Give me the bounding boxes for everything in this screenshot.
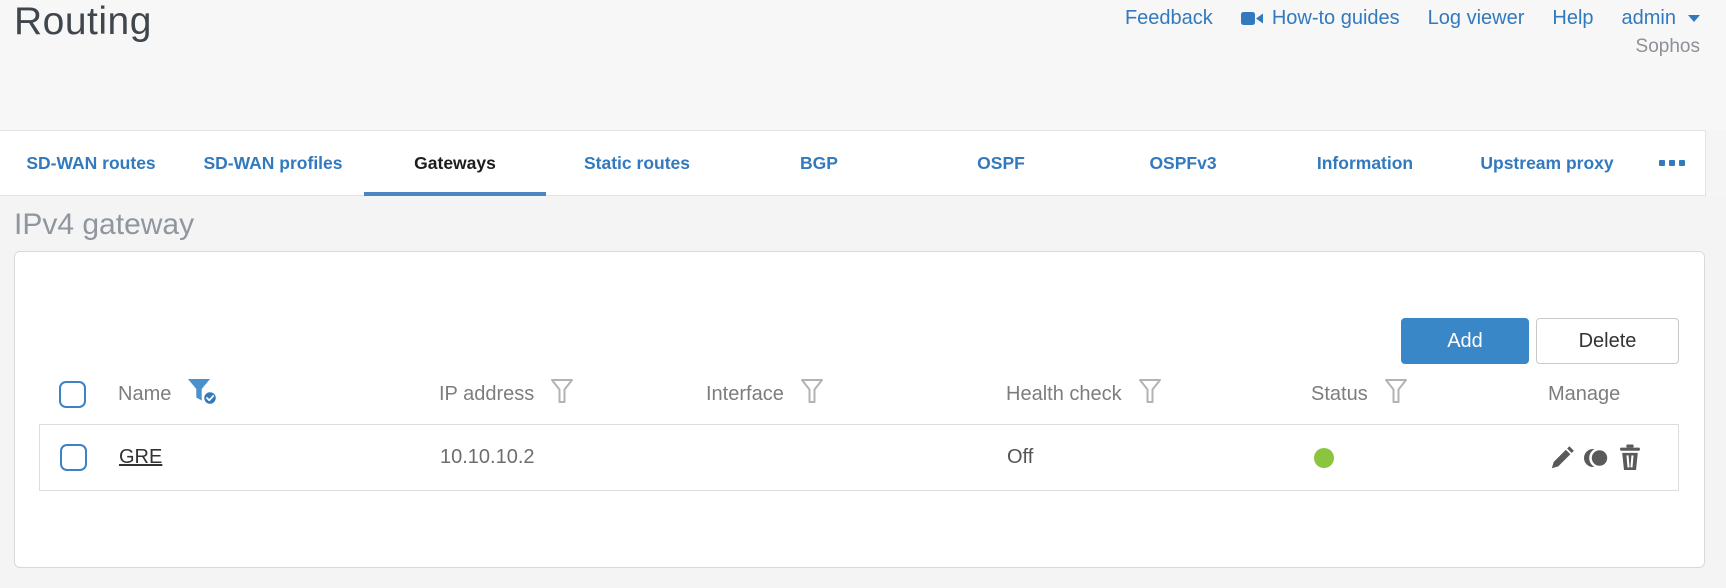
brand-label: Sophos [1635, 36, 1700, 57]
help-link[interactable]: Help [1552, 7, 1593, 30]
filter-icon[interactable] [549, 377, 575, 411]
tab-ospfv3[interactable]: OSPFv3 [1092, 131, 1274, 195]
column-interface-label: Interface [706, 382, 784, 405]
add-button[interactable]: Add [1401, 318, 1529, 364]
page-title: Routing [14, 0, 152, 43]
select-all-checkbox[interactable] [59, 380, 86, 408]
table-header: Name IP address Interface Health check S… [39, 364, 1679, 424]
content-area: IPv4 gateway Add Delete Name IP address [0, 196, 1726, 588]
gateway-health-check: Off [1007, 446, 1034, 468]
filter-icon[interactable] [1137, 377, 1163, 411]
row-checkbox[interactable] [60, 444, 87, 471]
tab-gateways[interactable]: Gateways [364, 131, 546, 196]
gateway-name-link[interactable]: GRE [119, 446, 162, 468]
ellipsis-icon [1668, 160, 1675, 166]
filter-active-icon[interactable] [186, 376, 219, 412]
section-title: IPv4 gateway [14, 208, 195, 241]
tab-static-routes[interactable]: Static routes [546, 131, 728, 195]
filter-icon[interactable] [1383, 377, 1409, 411]
chevron-down-icon [1688, 15, 1700, 22]
tab-information[interactable]: Information [1274, 131, 1456, 195]
column-name-label: Name [118, 382, 172, 405]
toolbar: Add Delete [39, 318, 1679, 364]
tab-upstream-proxy[interactable]: Upstream proxy [1456, 131, 1638, 195]
filter-icon[interactable] [799, 377, 825, 411]
clone-icon[interactable] [1583, 446, 1611, 470]
ellipsis-icon [1678, 160, 1685, 166]
table-row: GRE 10.10.10.2 Off [39, 424, 1679, 491]
top-header: Routing Feedback How-to guides Log viewe… [0, 0, 1726, 130]
edit-pencil-icon[interactable] [1549, 444, 1576, 471]
ipv4-gateway-panel: Add Delete Name IP address Interface Hea… [14, 251, 1705, 568]
status-up-indicator [1314, 447, 1334, 468]
ellipsis-icon [1658, 160, 1665, 166]
tab-sdwan-profiles[interactable]: SD-WAN profiles [182, 131, 364, 195]
tab-bgp[interactable]: BGP [728, 131, 910, 195]
feedback-link[interactable]: Feedback [1125, 7, 1213, 30]
tabs-overflow-button[interactable] [1638, 131, 1705, 195]
column-status-label: Status [1311, 382, 1368, 405]
tab-sdwan-routes[interactable]: SD-WAN routes [0, 131, 182, 195]
delete-button[interactable]: Delete [1536, 318, 1679, 364]
gateway-ip: 10.10.10.2 [440, 446, 535, 468]
tab-bar: SD-WAN routes SD-WAN profiles Gateways S… [0, 130, 1706, 196]
user-menu[interactable]: admin [1622, 7, 1700, 30]
header-links: Feedback How-to guides Log viewer Help a… [1125, 7, 1700, 30]
column-health-check-label: Health check [1006, 382, 1122, 405]
delete-trash-icon[interactable] [1618, 444, 1642, 471]
log-viewer-link[interactable]: Log viewer [1428, 7, 1525, 30]
manage-actions [1549, 444, 1678, 471]
column-ip-label: IP address [439, 382, 535, 405]
column-manage-label: Manage [1548, 382, 1621, 405]
video-camera-icon [1240, 10, 1264, 27]
tab-ospf[interactable]: OSPF [910, 131, 1092, 195]
howto-guides-link[interactable]: How-to guides [1240, 7, 1400, 30]
